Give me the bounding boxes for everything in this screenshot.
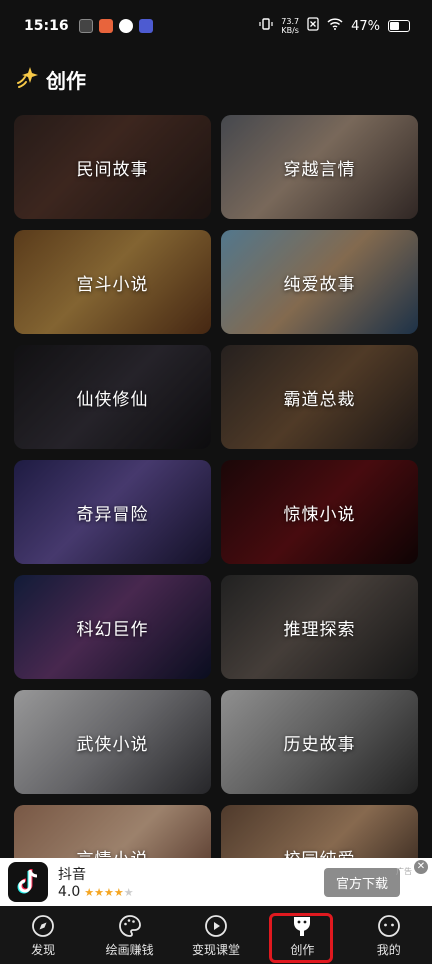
category-label: 武侠小说 xyxy=(76,734,149,755)
status-right: 73.7 KB/s 47% xyxy=(259,17,410,35)
category-label: 纯爱故事 xyxy=(283,274,356,295)
category-card-adventure[interactable]: 奇异冒险 xyxy=(14,460,211,564)
ad-tag: 广告 xyxy=(396,867,412,876)
ad-text: 抖音 4.0 ★★★★★ xyxy=(58,864,134,900)
category-label: 仙侠修仙 xyxy=(76,389,149,410)
category-label: 科幻巨作 xyxy=(76,619,149,640)
app-notification-icon-2 xyxy=(118,19,133,33)
network-speed: 73.7 KB/s xyxy=(281,17,299,35)
ad-banner[interactable]: 抖音 4.0 ★★★★★ 官方下载 广告 ✕ xyxy=(0,858,432,906)
nav-item-profile[interactable]: 我的 xyxy=(346,913,432,958)
palette-icon xyxy=(117,913,143,939)
bottom-nav: 发现 绘画赚钱 变现课堂 创作 我的 xyxy=(0,906,432,964)
nav-label: 创作 xyxy=(290,942,315,957)
nav-item-create[interactable]: 创作 xyxy=(259,913,345,958)
category-card-mystery[interactable]: 推理探索 xyxy=(221,575,418,679)
category-label: 惊悚小说 xyxy=(283,504,356,525)
ad-close-icon[interactable]: ✕ xyxy=(414,860,428,874)
category-label: 推理探索 xyxy=(283,619,356,640)
notification-icon xyxy=(78,19,93,33)
page-title: 创作 xyxy=(46,68,86,93)
status-bar: 15:16 73.7 KB/s 47% xyxy=(0,0,432,52)
nav-item-monetize-class[interactable]: 变现课堂 xyxy=(173,913,259,958)
battery-percent: 47% xyxy=(351,18,380,34)
nav-label: 绘画赚钱 xyxy=(105,942,154,957)
category-label: 奇异冒险 xyxy=(76,504,149,525)
net-speed-value: 73.7 xyxy=(281,17,300,26)
create-icon xyxy=(289,913,315,939)
battery-icon xyxy=(388,20,410,32)
category-card-domineering-ceo[interactable]: 霸道总裁 xyxy=(221,345,418,449)
category-card-thriller[interactable]: 惊悚小说 xyxy=(221,460,418,564)
category-label: 穿越言情 xyxy=(283,159,356,180)
category-card-sci-fi[interactable]: 科幻巨作 xyxy=(14,575,211,679)
net-speed-unit: KB/s xyxy=(281,26,299,35)
no-sim-icon xyxy=(307,17,319,35)
star-rating-icon: ★★★★★ xyxy=(84,885,134,899)
app-notification-icon-3 xyxy=(138,19,153,33)
category-card-folk-tales[interactable]: 民间故事 xyxy=(14,115,211,219)
play-icon xyxy=(203,913,229,939)
category-label: 宫斗小说 xyxy=(76,274,149,295)
category-card-xianxia[interactable]: 仙侠修仙 xyxy=(14,345,211,449)
profile-face-icon xyxy=(376,913,402,939)
category-card-pure-love[interactable]: 纯爱故事 xyxy=(221,230,418,334)
category-card-romance[interactable]: 言情小说 xyxy=(14,805,211,858)
status-time: 15:16 xyxy=(24,18,69,34)
nav-item-paint-earn[interactable]: 绘画赚钱 xyxy=(87,913,173,958)
category-label: 校园纯爱 xyxy=(284,845,356,859)
ad-app-name: 抖音 xyxy=(58,867,86,883)
compass-icon xyxy=(30,913,56,939)
ad-download-button[interactable]: 官方下载 xyxy=(323,867,400,897)
sparkle-icon xyxy=(16,65,40,93)
status-left: 15:16 xyxy=(24,18,153,34)
category-card-palace-drama[interactable]: 宫斗小说 xyxy=(14,230,211,334)
category-label: 言情小说 xyxy=(77,845,149,859)
category-card-time-travel-romance[interactable]: 穿越言情 xyxy=(221,115,418,219)
category-grid: 民间故事 穿越言情 宫斗小说 纯爱故事 仙侠修仙 霸道总裁 奇异冒险 惊悚小说 … xyxy=(14,115,418,858)
nav-label: 变现课堂 xyxy=(191,942,240,957)
nav-label: 我的 xyxy=(376,942,401,957)
category-card-wuxia[interactable]: 武侠小说 xyxy=(14,690,211,794)
category-label: 霸道总裁 xyxy=(283,389,356,410)
category-label: 民间故事 xyxy=(76,159,149,180)
category-card-campus-love[interactable]: 校园纯爱 xyxy=(221,805,418,858)
vibrate-icon xyxy=(259,17,273,35)
ad-rating: 4.0 xyxy=(58,884,81,900)
tiktok-logo-icon xyxy=(8,862,48,902)
page-header: 创作 xyxy=(16,62,86,96)
ad-rating-row: 4.0 ★★★★★ xyxy=(58,884,134,900)
nav-item-discover[interactable]: 发现 xyxy=(0,913,86,958)
category-card-history[interactable]: 历史故事 xyxy=(221,690,418,794)
nav-label: 发现 xyxy=(31,942,56,957)
category-label: 历史故事 xyxy=(283,734,356,755)
wifi-icon xyxy=(327,18,343,34)
app-notification-icon xyxy=(98,19,113,33)
